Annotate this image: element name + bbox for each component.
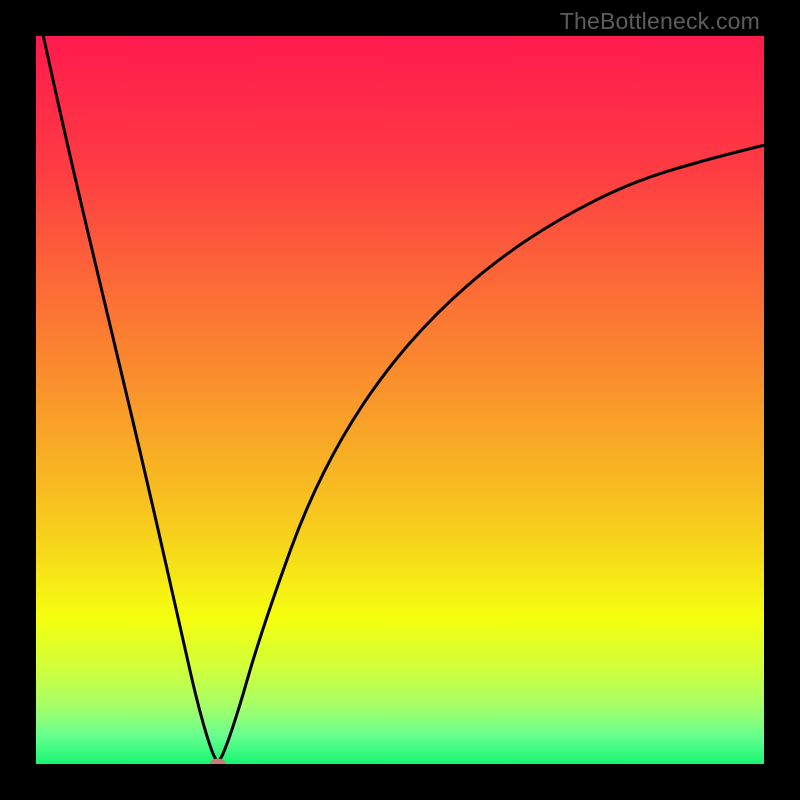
plot-area [36, 36, 764, 764]
curve-layer [36, 36, 764, 764]
bottleneck-curve [43, 36, 764, 760]
minimum-marker [210, 759, 226, 765]
chart-frame: TheBottleneck.com [0, 0, 800, 800]
watermark-text: TheBottleneck.com [560, 8, 760, 35]
